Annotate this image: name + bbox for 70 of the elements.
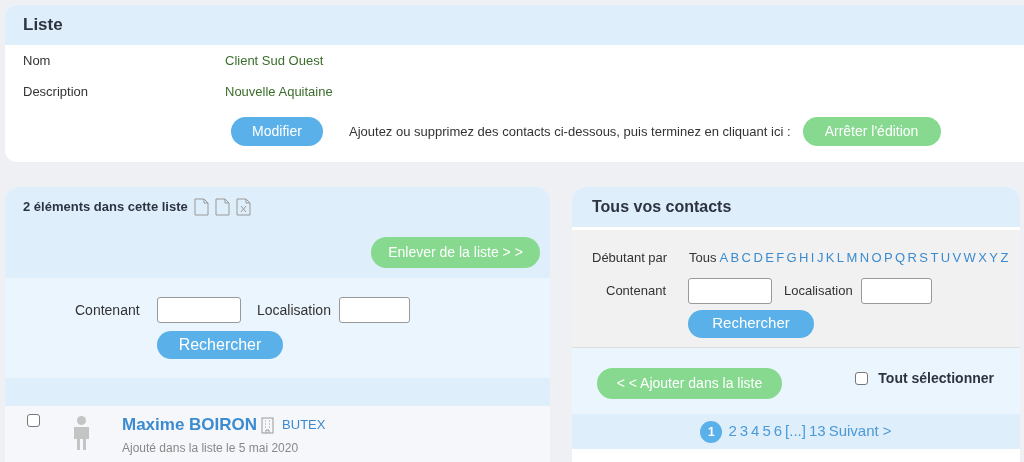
page-link[interactable]: 3: [739, 420, 749, 443]
field-value: Client Sud Ouest: [225, 51, 324, 70]
letter-link[interactable]: D: [753, 248, 763, 268]
input-field[interactable]: [157, 297, 241, 323]
search-button[interactable]: Rechercher: [688, 309, 814, 338]
letter-link[interactable]: G: [786, 248, 797, 268]
count-text: 2 éléments dans cette liste: [23, 198, 188, 216]
letter-link[interactable]: J: [816, 248, 824, 268]
letter-link[interactable]: E: [765, 248, 774, 268]
page-ellipsis: [...]: [785, 421, 806, 442]
stop-editing-button[interactable]: Arrêter l'édition: [802, 117, 941, 146]
field-label: Contenant: [606, 281, 667, 300]
panel-title: Tous vos contacts: [592, 197, 732, 217]
edit-button[interactable]: Modifier: [231, 117, 323, 146]
field-label: Débutant par: [592, 249, 669, 267]
letter-link[interactable]: R: [907, 248, 917, 268]
letter-link[interactable]: N: [859, 248, 870, 268]
field-label: Contenant: [75, 300, 141, 320]
letter-link[interactable]: V: [952, 248, 962, 268]
letter-link[interactable]: C: [741, 248, 751, 268]
field-label: Localisation: [784, 281, 853, 300]
building-icon: [261, 416, 275, 434]
letter-link[interactable]: B: [730, 248, 740, 268]
select-all-label[interactable]: Tout sélectionner: [878, 368, 994, 389]
letter-link[interactable]: S: [919, 248, 928, 268]
contact-name[interactable]: Maxime BOIRON: [122, 414, 258, 436]
letter-link[interactable]: P: [884, 248, 893, 268]
letter-link[interactable]: X: [978, 248, 987, 268]
added-date: Ajouté dans la liste le 5 mai 2020: [122, 440, 300, 457]
letter-link[interactable]: M: [846, 248, 858, 268]
page-link[interactable]: 1: [700, 420, 723, 443]
field-value: Nouvelle Aquitaine: [225, 82, 333, 101]
checkbox[interactable]: [855, 372, 869, 385]
person-icon: [71, 416, 92, 450]
letter-link[interactable]: A: [719, 248, 729, 268]
letter-link[interactable]: L: [836, 248, 845, 268]
page-link[interactable]: 5: [762, 420, 771, 443]
input-field[interactable]: [338, 297, 410, 323]
card-title: Liste: [23, 14, 63, 37]
page-link[interactable]: 13: [808, 420, 826, 443]
page-link[interactable]: 6: [773, 420, 783, 443]
letter-link[interactable]: Q: [895, 248, 906, 268]
letter-link[interactable]: T: [930, 248, 939, 268]
hint-text: Ajoutez ou supprimez des contacts ci-dessous, puis terminez en cliquant ici :: [349, 122, 791, 141]
letter-link[interactable]: W: [963, 248, 976, 268]
letter-link[interactable]: Y: [989, 248, 998, 268]
page-link[interactable]: 4: [751, 420, 760, 443]
letter-link[interactable]: K: [825, 248, 835, 268]
all-letters-link[interactable]: Tous: [689, 248, 717, 268]
page-link[interactable]: 2: [728, 420, 737, 443]
company-link[interactable]: BUTEX: [282, 415, 326, 435]
remove-button[interactable]: Enlever de la liste > >: [371, 236, 540, 268]
search-button[interactable]: Rechercher: [157, 331, 283, 359]
input-field[interactable]: [688, 277, 772, 304]
field-label: Localisation: [257, 300, 331, 320]
letter-link[interactable]: F: [776, 248, 785, 268]
field-label: Nom: [23, 51, 52, 70]
field-label: Description: [23, 82, 90, 101]
spreadsheet-icon[interactable]: [235, 197, 251, 216]
input-field[interactable]: [860, 277, 932, 304]
add-button[interactable]: < < Ajouter dans la liste: [597, 368, 782, 399]
letter-link[interactable]: Z: [1000, 248, 1009, 268]
document-icon[interactable]: [214, 197, 230, 216]
letter-link[interactable]: U: [940, 248, 951, 268]
document-icon[interactable]: [193, 197, 209, 216]
next-link[interactable]: Suivant >: [828, 420, 892, 443]
letter-link[interactable]: I: [810, 248, 815, 268]
letter-link[interactable]: H: [799, 248, 809, 268]
letter-link[interactable]: O: [871, 248, 882, 268]
checkbox[interactable]: [27, 414, 40, 427]
